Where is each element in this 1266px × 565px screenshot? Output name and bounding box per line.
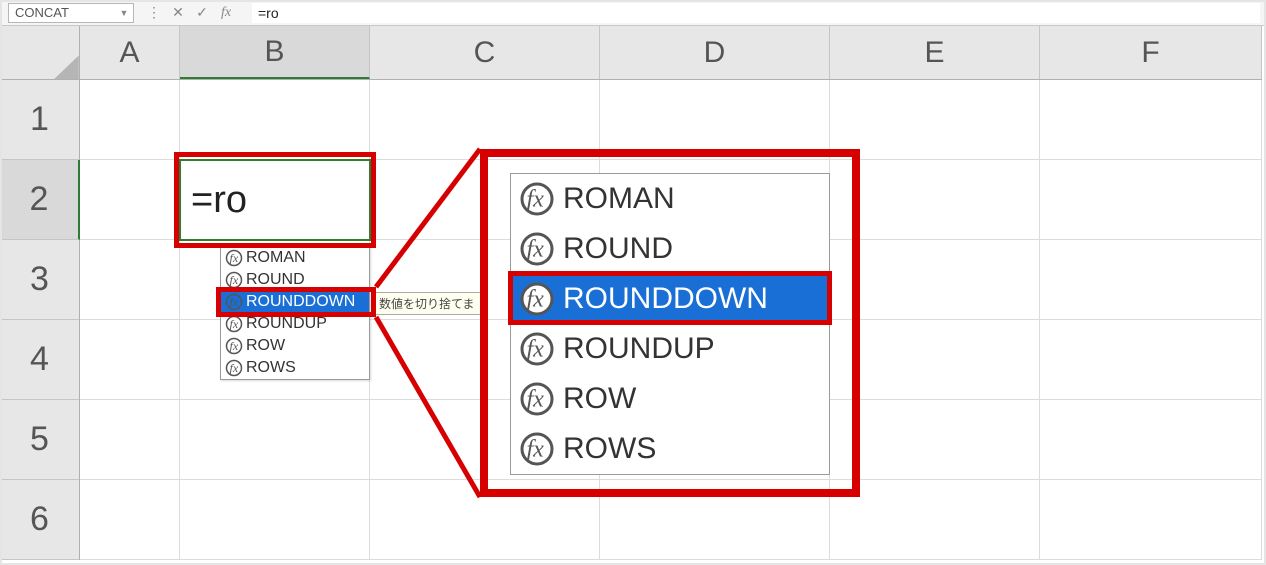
row-header-4[interactable]: 4 bbox=[0, 320, 79, 400]
autocomplete-item-rows[interactable]: fx ROWS bbox=[221, 357, 369, 379]
svg-text:fx: fx bbox=[230, 251, 239, 265]
cell[interactable] bbox=[80, 80, 180, 160]
svg-text:fx: fx bbox=[527, 337, 545, 363]
autocomplete-item-rounddown[interactable]: fx ROUNDDOWN bbox=[221, 291, 369, 313]
name-box-value: CONCAT bbox=[9, 5, 69, 20]
select-all-corner[interactable] bbox=[0, 26, 80, 80]
cell[interactable] bbox=[830, 480, 1040, 560]
row-header-1[interactable]: 1 bbox=[0, 80, 79, 160]
cell[interactable] bbox=[830, 400, 1040, 480]
cell[interactable] bbox=[830, 80, 1040, 160]
cell[interactable] bbox=[1040, 80, 1262, 160]
zoom-item-roman: fxROMAN bbox=[511, 174, 829, 224]
column-header-D[interactable]: D bbox=[600, 26, 830, 79]
cell[interactable] bbox=[1040, 480, 1262, 560]
formula-bar-buttons: ⋮ ✕ ✓ fx bbox=[138, 3, 242, 23]
cell[interactable] bbox=[180, 80, 370, 160]
cell[interactable] bbox=[830, 240, 1040, 320]
row-header-6[interactable]: 6 bbox=[0, 480, 79, 560]
autocomplete-tooltip-text: 数値を切り捨てま bbox=[379, 297, 474, 311]
cell[interactable] bbox=[600, 480, 830, 560]
zoom-item-row: fxROW bbox=[511, 374, 829, 424]
more-icon: ⋮ bbox=[142, 3, 166, 23]
svg-text:fx: fx bbox=[230, 339, 239, 353]
autocomplete-item-roundup[interactable]: fx ROUNDUP bbox=[221, 313, 369, 335]
row-header-5[interactable]: 5 bbox=[0, 400, 79, 480]
cell[interactable] bbox=[80, 240, 180, 320]
cell[interactable] bbox=[370, 480, 600, 560]
svg-text:fx: fx bbox=[230, 361, 239, 375]
cell[interactable] bbox=[1040, 240, 1262, 320]
cell[interactable] bbox=[830, 160, 1040, 240]
autocomplete-item-roman[interactable]: fx ROMAN bbox=[221, 247, 369, 269]
svg-text:fx: fx bbox=[527, 187, 545, 213]
cell[interactable] bbox=[180, 480, 370, 560]
cell[interactable] bbox=[1040, 160, 1262, 240]
autocomplete-item-row[interactable]: fx ROW bbox=[221, 335, 369, 357]
cell[interactable] bbox=[600, 80, 830, 160]
column-header-A[interactable]: A bbox=[80, 26, 180, 79]
autocomplete-item-round[interactable]: fx ROUND bbox=[221, 269, 369, 291]
spreadsheet-grid: ABCDEF 123456 =ro fx ROMAN fx ROUND fx R… bbox=[0, 26, 1266, 565]
column-header-B[interactable]: B bbox=[180, 26, 370, 79]
cell[interactable] bbox=[80, 400, 180, 480]
cell[interactable] bbox=[80, 480, 180, 560]
zoom-item-rows: fxROWS bbox=[511, 424, 829, 474]
insert-function-icon[interactable]: fx bbox=[214, 3, 238, 23]
formula-bar: CONCAT ▼ ⋮ ✕ ✓ fx =ro bbox=[0, 0, 1266, 26]
svg-text:fx: fx bbox=[527, 287, 545, 313]
enter-icon[interactable]: ✓ bbox=[190, 3, 214, 23]
cancel-icon[interactable]: ✕ bbox=[166, 3, 190, 23]
svg-text:fx: fx bbox=[230, 317, 239, 331]
row-header-2[interactable]: 2 bbox=[0, 160, 80, 240]
cell[interactable] bbox=[370, 80, 600, 160]
svg-text:fx: fx bbox=[230, 295, 239, 309]
formula-input-value: =ro bbox=[258, 5, 279, 21]
svg-text:fx: fx bbox=[527, 437, 545, 463]
row-headers: 123456 bbox=[0, 80, 80, 560]
autocomplete-popup[interactable]: fx ROMAN fx ROUND fx ROUNDDOWN fx ROUNDU… bbox=[220, 246, 370, 380]
zoom-item-roundup: fxROUNDUP bbox=[511, 324, 829, 374]
column-header-E[interactable]: E bbox=[830, 26, 1040, 79]
svg-text:fx: fx bbox=[230, 273, 239, 287]
column-headers: ABCDEF bbox=[80, 26, 1262, 80]
cell[interactable] bbox=[80, 320, 180, 400]
column-header-F[interactable]: F bbox=[1040, 26, 1262, 79]
row-header-3[interactable]: 3 bbox=[0, 240, 79, 320]
svg-text:fx: fx bbox=[527, 387, 545, 413]
zoom-item-round: fxROUND bbox=[511, 224, 829, 274]
cell[interactable] bbox=[1040, 320, 1262, 400]
name-box-dropdown-icon[interactable]: ▼ bbox=[117, 6, 131, 20]
name-box[interactable]: CONCAT ▼ bbox=[8, 3, 134, 23]
column-header-C[interactable]: C bbox=[370, 26, 600, 79]
svg-text:fx: fx bbox=[527, 237, 545, 263]
zoom-item-rounddown: fxROUNDDOWN bbox=[511, 274, 829, 324]
active-cell-value: =ro bbox=[191, 179, 247, 222]
formula-input[interactable]: =ro bbox=[252, 3, 1260, 23]
active-cell[interactable]: =ro bbox=[179, 159, 371, 241]
autocomplete-tooltip: 数値を切り捨てま bbox=[372, 292, 481, 315]
cell[interactable] bbox=[80, 160, 180, 240]
cell[interactable] bbox=[830, 320, 1040, 400]
cell[interactable] bbox=[1040, 400, 1262, 480]
autocomplete-zoom-panel: fxROMAN fxROUND fxROUNDDOWN fxROUNDUP fx… bbox=[510, 173, 830, 475]
cell[interactable] bbox=[180, 400, 370, 480]
